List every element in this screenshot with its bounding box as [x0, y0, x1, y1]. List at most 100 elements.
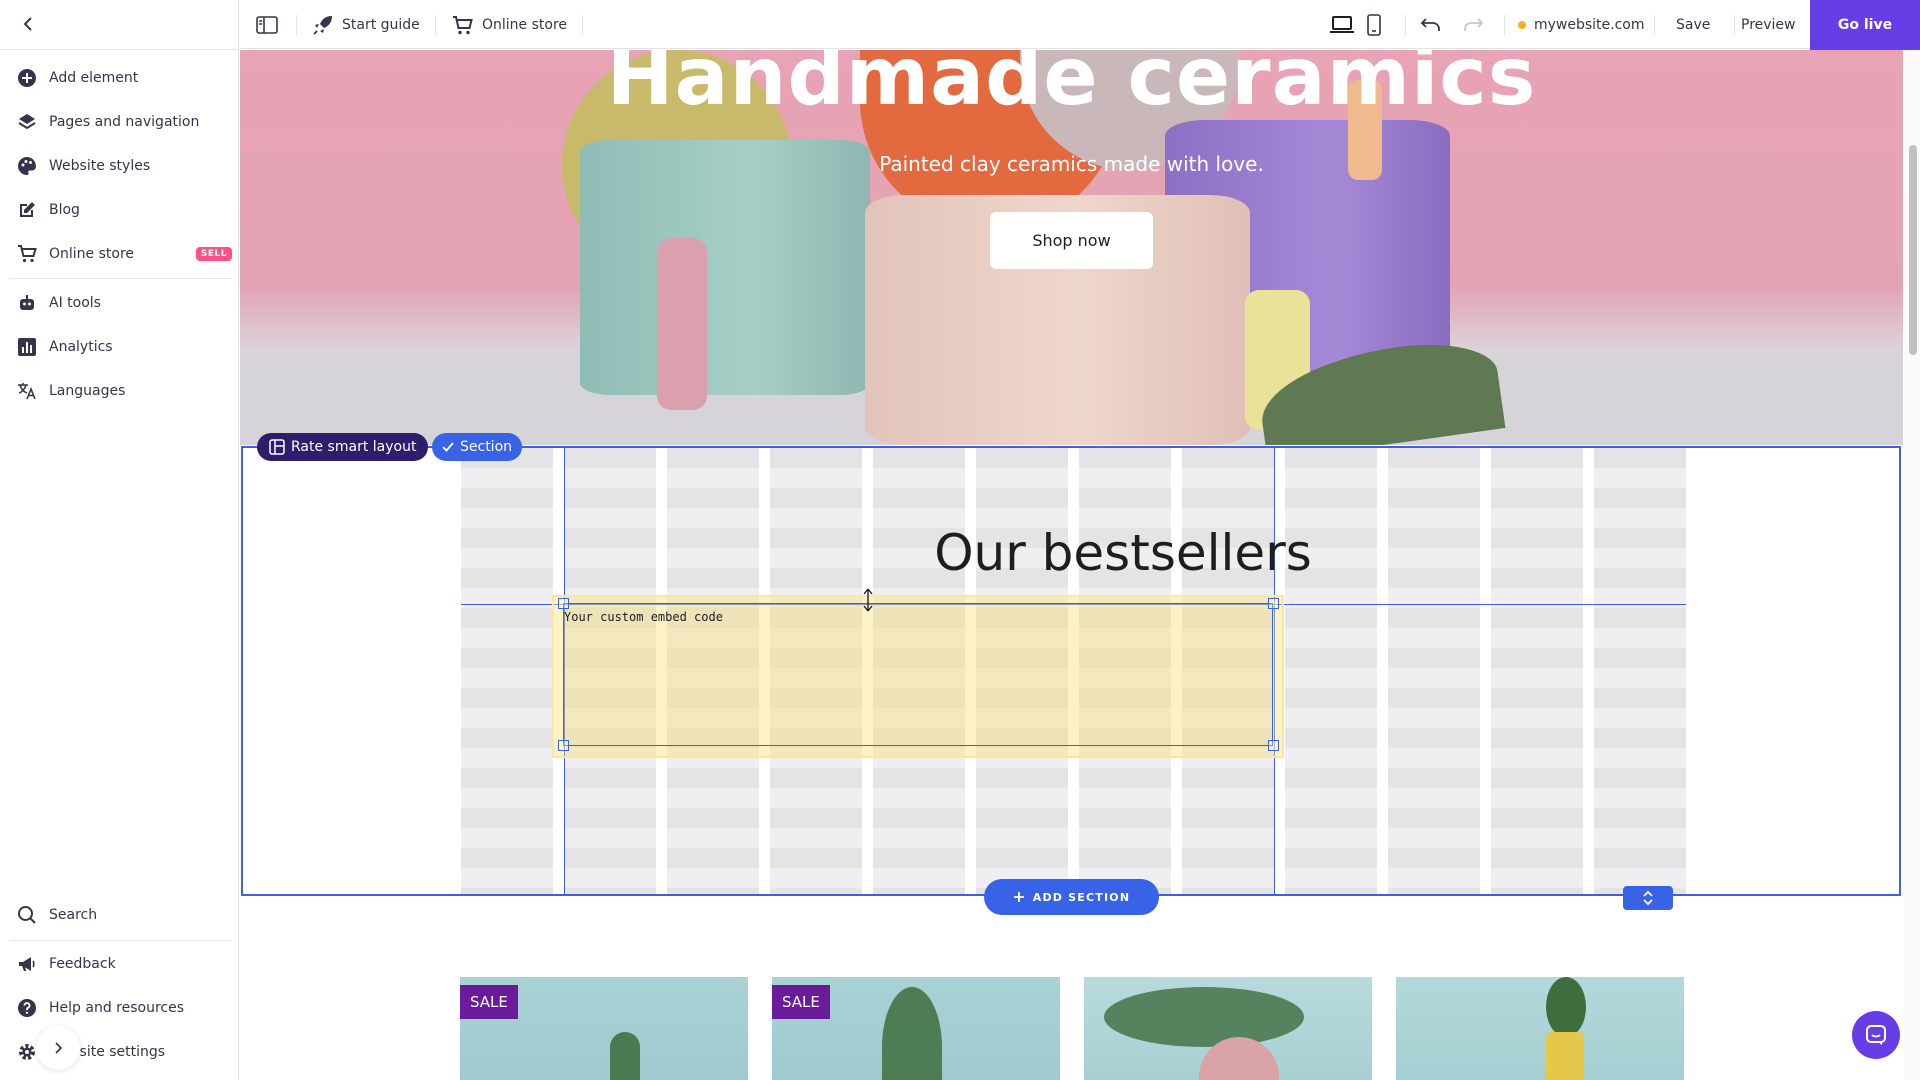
shop-now-button[interactable]: Shop now — [990, 212, 1153, 269]
resize-handle[interactable] — [1268, 740, 1279, 751]
translate-icon — [16, 380, 38, 402]
phone-icon — [1367, 13, 1381, 36]
sidebar-item-feedback[interactable]: Feedback — [16, 950, 232, 978]
product-card[interactable]: SALE — [772, 977, 1060, 1080]
go-live-label: Go live — [1837, 17, 1893, 33]
go-live-button[interactable]: Go live — [1810, 0, 1920, 50]
grid-column — [461, 448, 553, 894]
save-label: Save — [1676, 16, 1711, 33]
product-image-plant — [610, 1032, 640, 1080]
hero-subtitle: Painted clay ceramics made with love. — [879, 152, 1264, 176]
online-store-label: Online store — [482, 16, 568, 33]
sidebar-item-label: Help and resources — [49, 1000, 185, 1016]
preview-button[interactable]: Preview — [1741, 0, 1796, 49]
divider — [1654, 15, 1655, 35]
sidebar-item-website-styles[interactable]: Website styles — [16, 152, 232, 180]
palette-icon — [16, 155, 38, 177]
resize-handle[interactable] — [558, 598, 569, 609]
sidebar-item-search[interactable]: Search — [16, 901, 232, 929]
check-icon — [442, 442, 454, 452]
product-image-plant — [882, 987, 942, 1080]
section-label-tag[interactable]: Section — [432, 433, 523, 461]
divider — [1405, 15, 1406, 35]
chevron-right-icon — [55, 1042, 63, 1054]
hero-pink-stick — [657, 238, 707, 410]
rate-smart-layout-label: Rate smart layout — [291, 439, 417, 455]
divider — [1504, 15, 1505, 35]
editor-canvas[interactable]: Handmade ceramics Painted clay ceramics … — [240, 50, 1903, 1080]
section-resize-button[interactable] — [1623, 886, 1673, 910]
toggle-layout-button[interactable] — [256, 0, 278, 49]
sidebar-item-languages[interactable]: Languages — [16, 377, 232, 405]
product-card[interactable] — [1084, 977, 1372, 1080]
sidebar-item-online-store[interactable]: Online store SELL — [16, 240, 232, 268]
sidebar-item-label: Search — [49, 907, 98, 923]
cart-icon — [16, 243, 38, 265]
bestsellers-section[interactable]: Our bestsellers Your custom embed code — [241, 446, 1901, 896]
add-section-button[interactable]: ADD SECTION — [984, 879, 1159, 915]
mobile-view-button[interactable] — [1367, 0, 1381, 49]
sidebar-item-label: AI tools — [49, 295, 101, 311]
layers-icon — [16, 111, 38, 133]
cart-icon — [453, 15, 473, 34]
undo-button[interactable] — [1420, 0, 1442, 49]
status-dot — [1518, 20, 1526, 29]
sidebar-item-analytics[interactable]: Analytics — [16, 333, 232, 361]
grid-column — [1285, 448, 1377, 894]
sale-badge: SALE — [772, 985, 830, 1019]
undo-icon — [1420, 17, 1440, 31]
sidebar-item-label: Pages and navigation — [49, 114, 200, 130]
grid-column — [1491, 448, 1583, 894]
start-guide-button[interactable]: Start guide — [312, 0, 420, 49]
search-icon — [16, 904, 38, 926]
back-button[interactable] — [16, 12, 40, 36]
product-card[interactable]: SALE — [460, 977, 748, 1080]
redo-button[interactable] — [1462, 0, 1484, 49]
save-button[interactable]: Save — [1676, 0, 1710, 49]
bestsellers-title[interactable]: Our bestsellers — [593, 524, 1653, 582]
domain-link[interactable]: mywebsite.com — [1518, 0, 1645, 49]
layout-icon — [269, 439, 285, 455]
resize-handle[interactable] — [558, 740, 569, 751]
gear-icon — [16, 1041, 38, 1063]
megaphone-icon — [16, 953, 38, 975]
canvas-scrollbar[interactable] — [1904, 50, 1920, 1080]
start-guide-label: Start guide — [342, 16, 420, 33]
divider — [10, 940, 232, 941]
divider — [435, 15, 436, 35]
edit-icon — [16, 199, 38, 221]
grid-column — [1594, 448, 1686, 894]
move-vertical-icon[interactable] — [862, 588, 874, 612]
top-toolbar: Start guide Online store mywebsite.com S… — [240, 0, 1920, 50]
product-image-plant — [1104, 987, 1304, 1047]
sidebar-item-label: Feedback — [49, 956, 116, 972]
sidebar-toggle-icon — [256, 15, 278, 34]
grid-column — [1388, 448, 1480, 894]
scrollbar-thumb[interactable] — [1909, 145, 1917, 355]
chevron-up-down-icon — [1643, 890, 1653, 906]
sidebar-item-label: Add element — [49, 70, 139, 86]
hero-section[interactable]: Handmade ceramics Painted clay ceramics … — [240, 50, 1903, 445]
rate-smart-layout-button[interactable]: Rate smart layout — [257, 433, 429, 461]
sidebar-item-add-element[interactable]: Add element — [16, 64, 232, 92]
product-image-vase — [1546, 1032, 1584, 1080]
sidebar-item-help-and-resources[interactable]: Help and resources — [16, 994, 232, 1022]
sidebar-item-ai-tools[interactable]: AI tools — [16, 289, 232, 317]
divider — [0, 49, 239, 50]
chart-icon — [16, 336, 38, 358]
product-card[interactable] — [1396, 977, 1684, 1080]
desktop-view-button[interactable] — [1330, 0, 1354, 49]
resize-handle[interactable] — [1268, 598, 1279, 609]
sidebar-item-label: Website styles — [49, 158, 151, 174]
sidebar-item-label: Online store — [49, 246, 135, 262]
preview-label: Preview — [1741, 16, 1796, 33]
help-icon — [16, 997, 38, 1019]
online-store-button[interactable]: Online store — [452, 0, 567, 49]
domain-label: mywebsite.com — [1534, 16, 1645, 33]
sidebar-item-blog[interactable]: Blog — [16, 196, 232, 224]
add-section-label: ADD SECTION — [1032, 890, 1131, 904]
chat-support-button[interactable] — [1852, 1011, 1900, 1059]
sidebar-item-pages-and-navigation[interactable]: Pages and navigation — [16, 108, 232, 136]
embed-code-text: Your custom embed code — [564, 610, 723, 624]
collapse-sidebar-button[interactable] — [36, 1026, 80, 1070]
